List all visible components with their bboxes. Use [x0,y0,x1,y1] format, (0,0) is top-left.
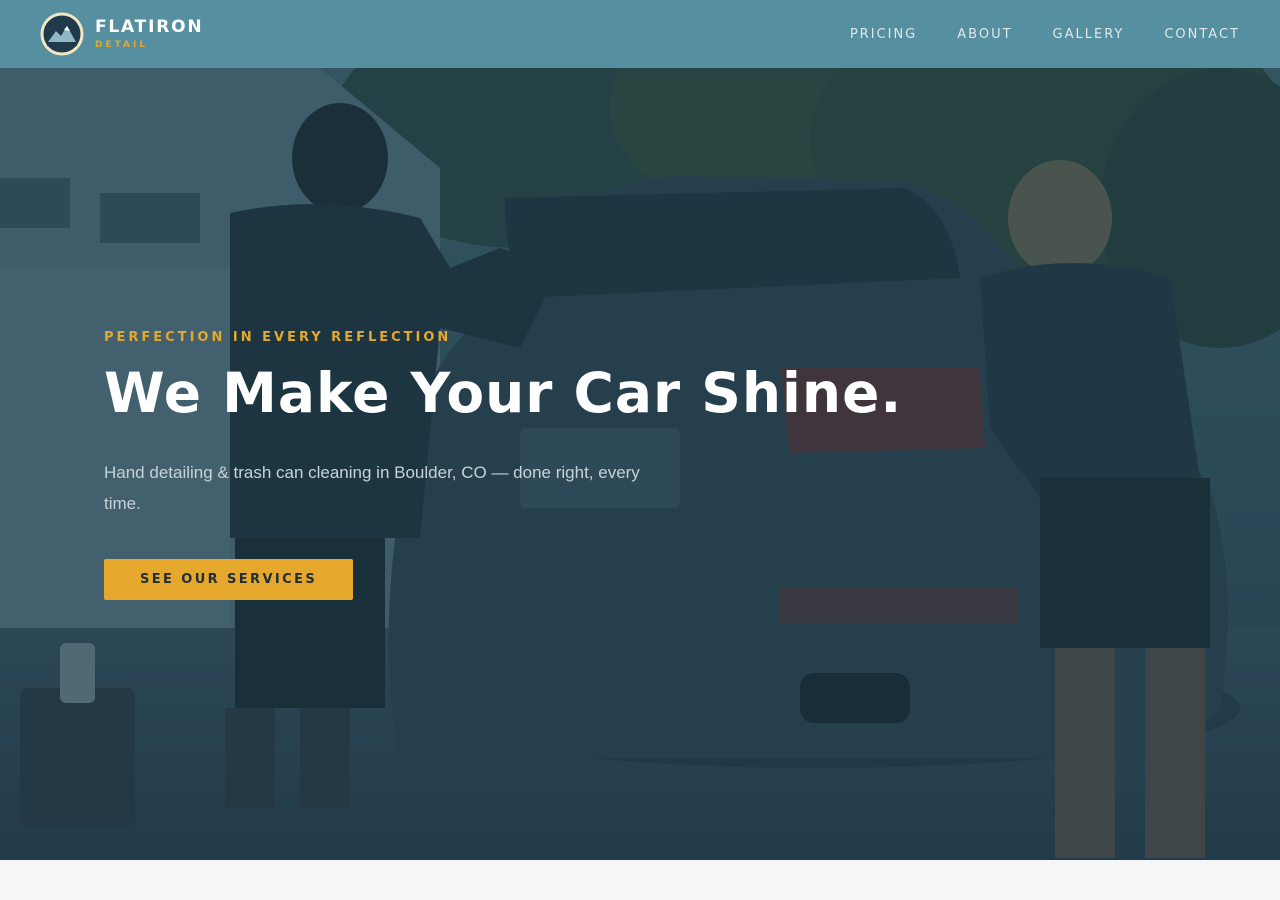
nav-gallery[interactable]: GALLERY [1053,27,1125,42]
hero-section: PERFECTION IN EVERY REFLECTION We Make Y… [0,68,1280,860]
nav-pricing[interactable]: PRICING [850,27,917,42]
hero-headline: We Make Your Car Shine. [104,361,903,425]
hero-tagline: Hand detailing & trash can cleaning in B… [104,463,640,513]
main-nav: PRICING ABOUT GALLERY CONTACT [850,27,1240,42]
brand-subtitle: DETAIL [95,40,149,50]
brand-name: FLATIRON [95,17,204,37]
site-header: FLATIRON DETAIL PRICING ABOUT GALLERY CO… [0,0,1280,68]
hero-content: PERFECTION IN EVERY REFLECTION We Make Y… [104,330,903,600]
next-section-edge [0,860,1280,900]
nav-contact[interactable]: CONTACT [1164,27,1240,42]
see-services-button[interactable]: SEE OUR SERVICES [104,559,354,600]
mountain-logo-icon [40,12,84,56]
nav-about[interactable]: ABOUT [957,27,1012,42]
hero-eyebrow: PERFECTION IN EVERY REFLECTION [104,330,452,345]
brand-logo[interactable]: FLATIRON DETAIL [40,12,203,56]
